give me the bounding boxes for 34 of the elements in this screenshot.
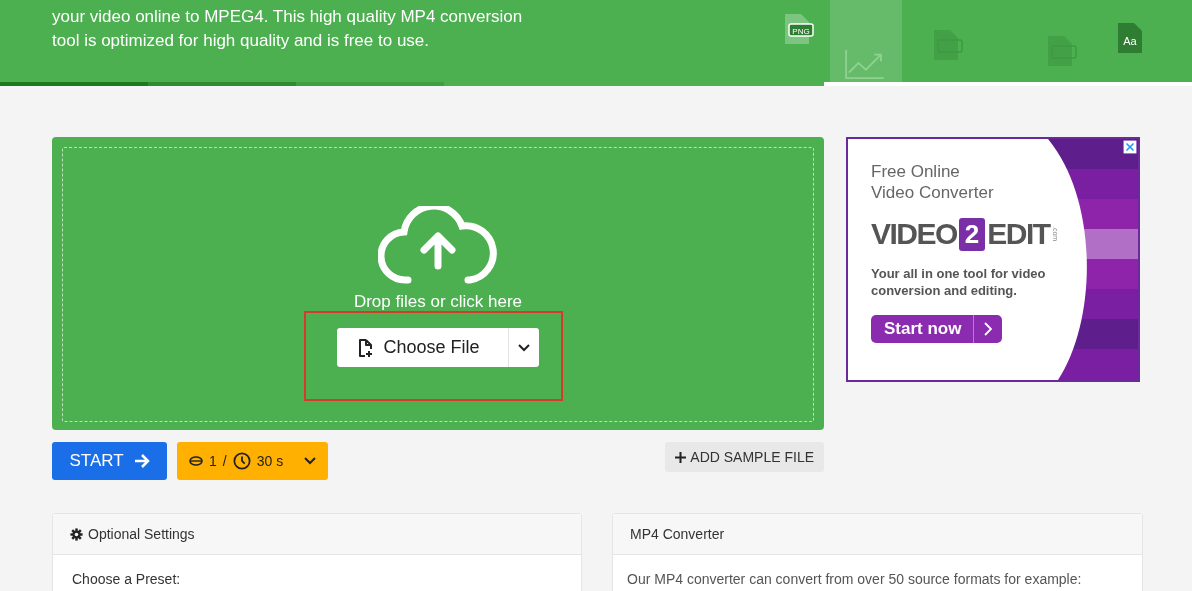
time-limit: 30 s — [256, 453, 284, 469]
plus-icon — [675, 451, 687, 463]
ad-heading: Free Online — [871, 161, 961, 182]
coin-icon — [189, 456, 203, 466]
ad-heading: Video Converter — [871, 182, 995, 203]
banner-description: your video online to MPEG4. This high quality MP4 conversion — [52, 6, 523, 28]
card-title: Optional Settings — [88, 526, 195, 542]
drop-prompt: Drop files or click here — [353, 292, 523, 312]
add-sample-file-button[interactable]: ADD SAMPLE FILE — [665, 442, 824, 472]
ad-description: Your all in one tool for video conversion and editing. — [871, 265, 1047, 299]
cloud-upload-icon — [378, 206, 498, 286]
arrow-right-icon — [133, 454, 150, 468]
credits-dropdown[interactable]: 1 / 30 s — [177, 442, 328, 480]
logo-text: VIDEO — [871, 217, 957, 251]
preset-label: Choose a Preset: — [72, 571, 181, 587]
chevron-right-icon — [984, 322, 993, 336]
caret-icon — [304, 457, 316, 465]
start-button[interactable]: START — [52, 442, 167, 480]
choose-file-button[interactable]: Choose File — [337, 328, 539, 367]
banner-description: tool is optimized for high quality and is free to use. — [52, 30, 431, 52]
start-now-button[interactable]: Start now — [871, 315, 1003, 343]
chart-icon — [842, 48, 886, 80]
upload-dropzone[interactable]: Drop files or click here Choose File — [52, 137, 824, 430]
logo-badge: 2 — [958, 217, 986, 251]
info-text: Our MP4 converter can convert from over 50 source formats for example: — [627, 571, 1082, 587]
card-title: MP4 Converter — [630, 526, 725, 542]
credits-count: 1 — [209, 453, 217, 469]
separator: / — [222, 453, 227, 469]
settings-icon — [70, 527, 83, 541]
file-add-icon — [357, 337, 374, 358]
logo-text: EDIT — [987, 217, 1050, 251]
clock-icon — [232, 452, 251, 470]
caret-icon — [517, 343, 530, 352]
choose-file-label: Choose File — [383, 337, 481, 358]
